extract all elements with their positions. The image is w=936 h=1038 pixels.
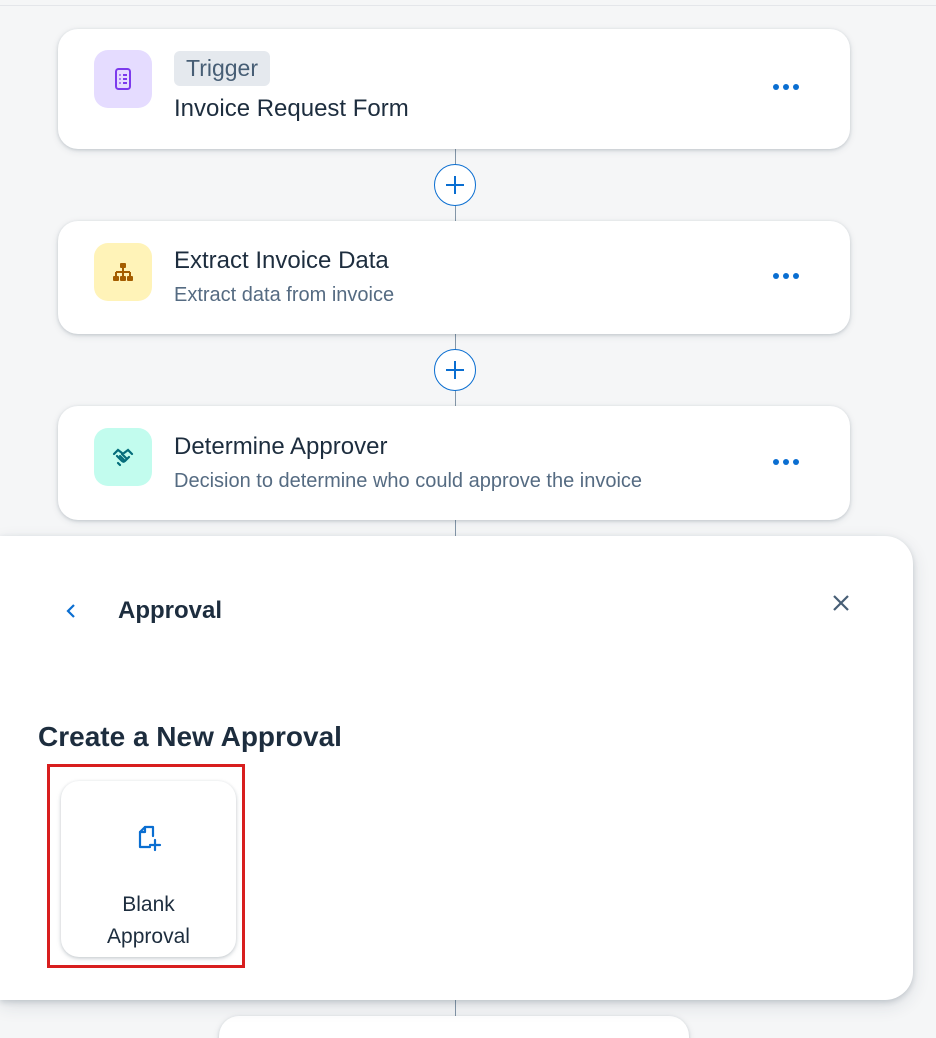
approval-panel: Approval Create a New Approval Blank App… (0, 536, 913, 1000)
plus-icon (446, 361, 464, 379)
dot (793, 84, 799, 90)
more-options-button[interactable] (766, 447, 806, 477)
dot (783, 459, 789, 465)
dot (793, 459, 799, 465)
add-step-button[interactable] (434, 164, 476, 206)
tile-label: Blank Approval (61, 889, 236, 953)
dot (783, 84, 789, 90)
back-button[interactable] (56, 596, 86, 626)
plus-icon (446, 176, 464, 194)
step-title: Invoice Request Form (174, 95, 409, 122)
tile-label-line2: Approval (107, 925, 190, 948)
dot (783, 273, 789, 279)
blank-approval-tile[interactable]: Blank Approval (61, 781, 236, 957)
panel-title: Approval (118, 597, 223, 624)
dot (773, 84, 779, 90)
hierarchy-icon (94, 243, 152, 301)
step-card-extract[interactable]: Extract Invoice Data Extract data from i… (58, 221, 850, 334)
close-icon (833, 595, 849, 611)
tile-label-line1: Blank (122, 893, 175, 916)
step-title: Determine Approver (174, 433, 388, 460)
dot (773, 273, 779, 279)
step-title: Extract Invoice Data (174, 247, 389, 274)
top-border (0, 0, 936, 6)
close-button[interactable] (826, 588, 856, 618)
more-options-button[interactable] (766, 261, 806, 291)
step-card-trigger[interactable]: Trigger Invoice Request Form (58, 29, 850, 149)
chevron-left-icon (66, 604, 75, 618)
step-card-partial[interactable] (219, 1016, 689, 1038)
more-options-button[interactable] (766, 72, 806, 102)
decision-icon (94, 428, 152, 486)
step-subtitle: Decision to determine who could approve … (174, 470, 643, 492)
trigger-tag: Trigger (174, 51, 270, 86)
section-heading: Create a New Approval (38, 721, 342, 752)
dot (793, 273, 799, 279)
form-icon (94, 50, 152, 108)
add-step-button[interactable] (434, 349, 476, 391)
dot (773, 459, 779, 465)
step-subtitle: Extract data from invoice (174, 284, 395, 306)
step-card-decision[interactable]: Determine Approver Decision to determine… (58, 406, 850, 520)
new-document-icon (138, 825, 162, 852)
